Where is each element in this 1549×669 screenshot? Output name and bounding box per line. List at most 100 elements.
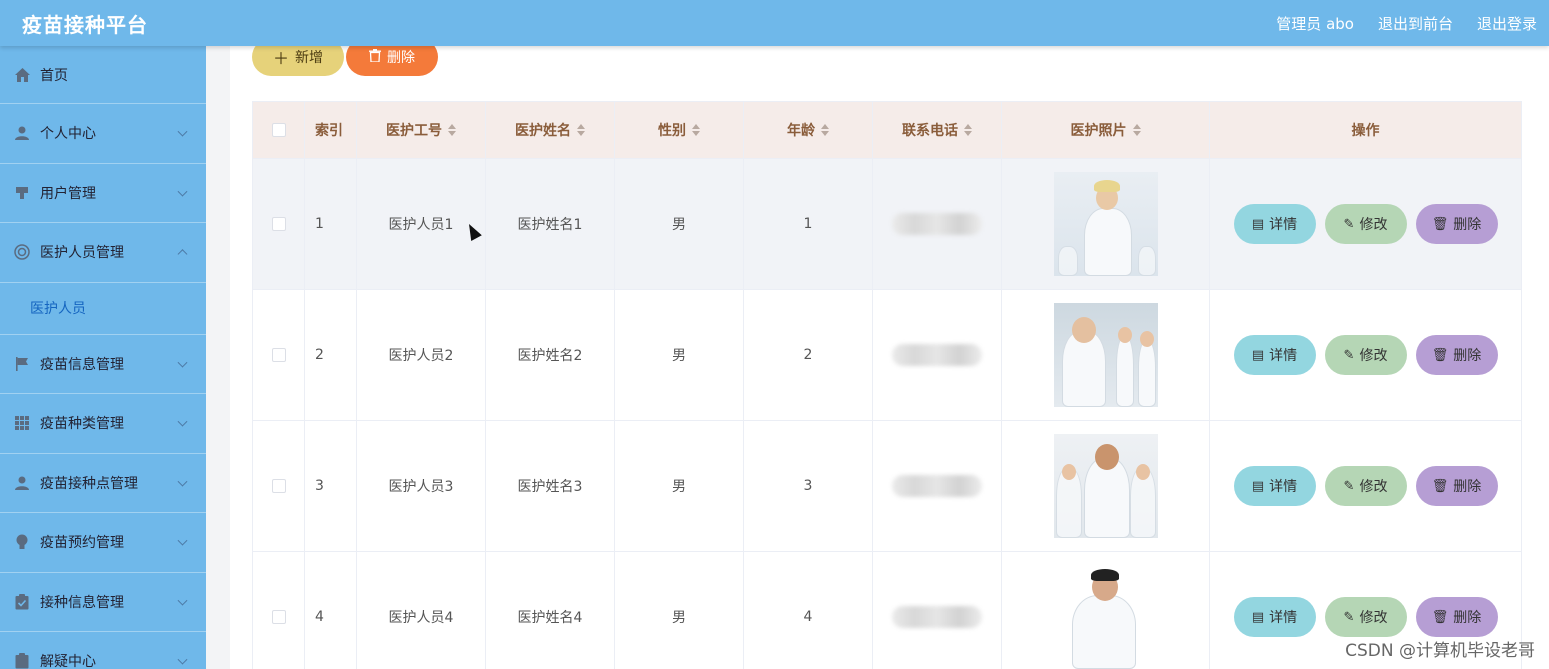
table-row[interactable]: 2 医护人员2 医护姓名2 男 2 ▤ 详情 ✎ 修改 🗑 删除: [253, 290, 1521, 421]
document-icon: ▤: [1251, 609, 1265, 625]
cell-staff-id: 医护人员4: [357, 552, 486, 669]
staff-photo[interactable]: [1053, 172, 1158, 276]
header-age[interactable]: 年龄: [744, 102, 873, 158]
detail-button[interactable]: ▤ 详情: [1233, 597, 1316, 637]
clipboard-icon: [14, 593, 30, 610]
edit-button[interactable]: ✎ 修改: [1324, 597, 1407, 637]
sort-icon[interactable]: [692, 124, 700, 136]
detail-button[interactable]: ▤ 详情: [1233, 335, 1316, 375]
sidebar-item-vaccine-appointments[interactable]: 疫苗预约管理: [0, 513, 206, 573]
trash-icon: 🗑: [1431, 347, 1449, 363]
detail-button[interactable]: ▤ 详情: [1233, 204, 1316, 244]
row-checkbox[interactable]: [271, 610, 286, 624]
delete-button[interactable]: 🗑 删除: [1415, 335, 1498, 375]
sidebar-subitem-medical-staff[interactable]: 医护人员: [0, 282, 206, 335]
detail-button[interactable]: ▤ 详情: [1233, 466, 1316, 506]
sort-icon[interactable]: [964, 124, 972, 136]
chevron-down-icon: [177, 535, 188, 546]
cell-phone: [873, 290, 1002, 420]
trash-icon: 🗑: [1431, 609, 1449, 625]
trash-icon: [369, 48, 381, 66]
chevron-down-icon: [177, 476, 188, 487]
cell-age: 3: [744, 421, 873, 551]
delete-label: 删除: [1453, 217, 1482, 233]
delete-button[interactable]: 🗑 删除: [1415, 597, 1498, 637]
delete-button[interactable]: 🗑 删除: [1415, 204, 1498, 244]
row-checkbox[interactable]: [271, 217, 286, 231]
cell-gender: 男: [615, 290, 744, 420]
edit-label: 修改: [1359, 348, 1388, 364]
sidebar-item-home[interactable]: 首页: [0, 46, 206, 104]
back-to-front-link[interactable]: 退出到前台: [1378, 13, 1453, 34]
header-photo[interactable]: 医护照片: [1002, 102, 1210, 158]
clipboard-icon: [14, 653, 30, 669]
sort-icon[interactable]: [448, 124, 456, 136]
header-staff-id[interactable]: 医护工号: [357, 102, 486, 158]
chevron-down-icon: [177, 416, 188, 427]
main-content: ＋ 新增 删除 索引 医护工号 医护姓名 性别 年龄 联系电话 医护照片 操作: [206, 38, 1549, 669]
edit-button[interactable]: ✎ 修改: [1324, 204, 1407, 244]
table-header: 索引 医护工号 医护姓名 性别 年龄 联系电话 医护照片 操作: [253, 102, 1521, 159]
sort-icon[interactable]: [821, 124, 829, 136]
cell-phone: [873, 552, 1002, 669]
table-row[interactable]: 1 医护人员1 医护姓名1 男 1 ▤ 详情 ✎ 修改 🗑 删除: [253, 159, 1521, 290]
edit-label: 修改: [1359, 479, 1388, 495]
header-index-label: 索引: [315, 123, 343, 139]
sidebar-item-vaccination-sites[interactable]: 疫苗接种点管理: [0, 454, 206, 513]
cell-age: 2: [744, 290, 873, 420]
home-icon: [14, 67, 30, 83]
sidebar-item-vaccine-types[interactable]: 疫苗种类管理: [0, 394, 206, 454]
sidebar-item-vaccine-info[interactable]: 疫苗信息管理: [0, 335, 206, 394]
detail-label: 详情: [1269, 217, 1298, 233]
sort-icon[interactable]: [1132, 124, 1141, 136]
pencil-icon: ✎: [1343, 609, 1355, 625]
logout-link[interactable]: 退出登录: [1477, 13, 1537, 34]
cell-staff-id: 医护人员2: [357, 290, 486, 420]
detail-label: 详情: [1269, 610, 1298, 626]
sidebar-item-users[interactable]: 用户管理: [0, 164, 206, 223]
stamp-icon: [14, 185, 30, 201]
row-checkbox[interactable]: [271, 479, 286, 493]
sidebar-item-vaccination-records[interactable]: 接种信息管理: [0, 573, 206, 632]
select-all-checkbox[interactable]: [271, 123, 286, 137]
content-panel: ＋ 新增 删除 索引 医护工号 医护姓名 性别 年龄 联系电话 医护照片 操作: [230, 38, 1549, 669]
cell-phone: [873, 421, 1002, 551]
sidebar-item-label: 疫苗种类管理: [40, 416, 124, 433]
cell-photo: [1002, 159, 1210, 289]
blurred-phone: [892, 213, 982, 235]
cell-photo: [1002, 290, 1210, 420]
trash-icon: 🗑: [1431, 216, 1449, 232]
pencil-icon: ✎: [1343, 216, 1355, 232]
bulb-icon: [14, 534, 30, 550]
top-header: 疫苗接种平台 管理员 abo 退出到前台 退出登录: [0, 0, 1549, 46]
delete-label: 删除: [1453, 610, 1482, 626]
header-staff-name[interactable]: 医护姓名: [486, 102, 615, 158]
header-phone[interactable]: 联系电话: [873, 102, 1002, 158]
lifebuoy-icon: [14, 244, 30, 260]
edit-button[interactable]: ✎ 修改: [1324, 466, 1407, 506]
sidebar-item-medical-staff-management[interactable]: 医护人员管理: [0, 223, 206, 283]
watermark: CSDN @计算机毕设老哥: [1345, 641, 1535, 661]
sort-icon[interactable]: [577, 124, 585, 136]
table-row[interactable]: 3 医护人员3 医护姓名3 男 3 ▤ 详情 ✎ 修改 🗑 删除: [253, 421, 1521, 552]
staff-photo[interactable]: [1053, 303, 1158, 407]
sidebar-item-qa-center[interactable]: 解疑中心: [0, 632, 206, 669]
header-gender[interactable]: 性别: [615, 102, 744, 158]
edit-button[interactable]: ✎ 修改: [1324, 335, 1407, 375]
person-icon: [14, 125, 30, 141]
staff-photo[interactable]: [1053, 565, 1158, 669]
header-select-all[interactable]: [253, 102, 305, 158]
staff-table: 索引 医护工号 医护姓名 性别 年龄 联系电话 医护照片 操作 1 医护人员1 …: [252, 101, 1522, 669]
cell-photo: [1002, 421, 1210, 551]
row-checkbox[interactable]: [271, 348, 286, 362]
sidebar-item-label: 疫苗预约管理: [40, 535, 124, 552]
chevron-up-icon: [177, 249, 188, 260]
table-row[interactable]: 4 医护人员4 医护姓名4 男 4 ▤ 详情 ✎ 修改 🗑 删除: [253, 552, 1521, 669]
staff-photo[interactable]: [1053, 434, 1158, 538]
delete-button[interactable]: 🗑 删除: [1415, 466, 1498, 506]
user-label[interactable]: 管理员 abo: [1276, 13, 1354, 34]
sidebar-item-label: 疫苗接种点管理: [40, 475, 138, 492]
sidebar-item-profile[interactable]: 个人中心: [0, 104, 206, 164]
delete-button-label: 删除: [387, 50, 415, 66]
person-icon: [14, 475, 30, 491]
